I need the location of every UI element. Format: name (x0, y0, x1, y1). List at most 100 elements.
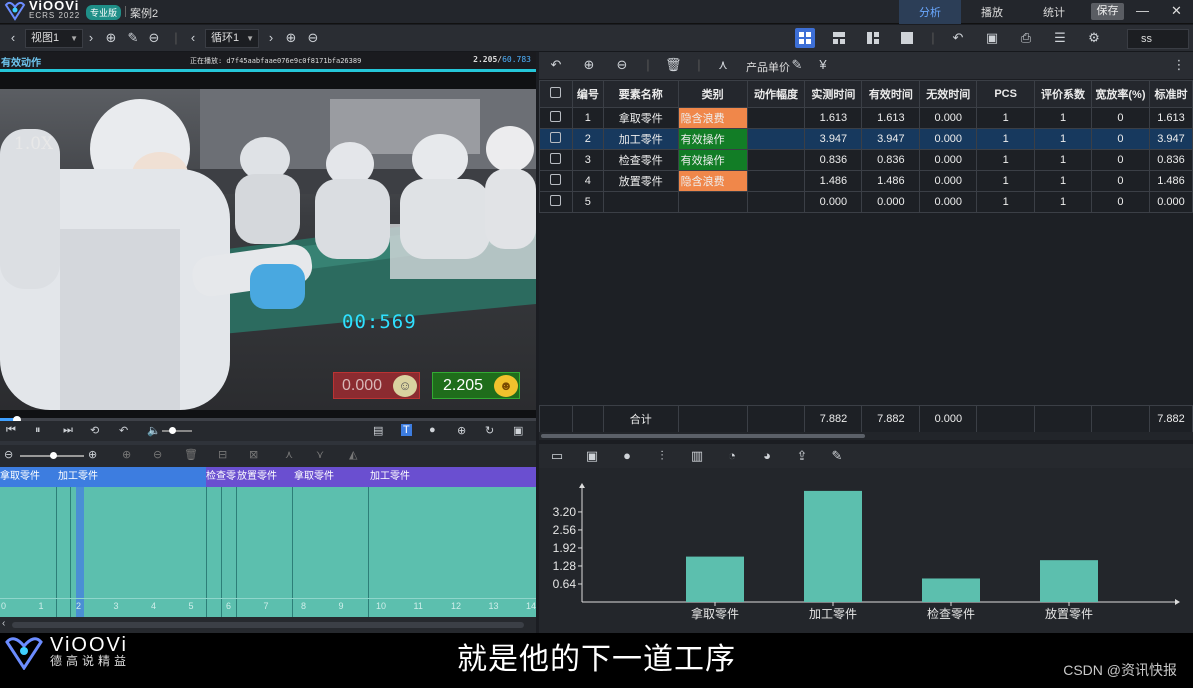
cell-cat[interactable]: 有效操作 (677, 128, 748, 150)
cell-allow[interactable]: 0 (1090, 128, 1150, 150)
volume-slider[interactable] (162, 427, 192, 434)
split-icon[interactable]: ⋏ (285, 448, 293, 461)
cell-no[interactable]: 2 (571, 128, 604, 150)
cell-std[interactable]: 1.486 (1148, 170, 1193, 192)
remove-cycle-icon[interactable]: ⊖ (305, 30, 321, 46)
cell-measured[interactable]: 3.947 (804, 128, 863, 150)
cell-valid[interactable]: 0.836 (861, 149, 921, 171)
zoom-in-icon[interactable]: ⊕ (457, 424, 466, 437)
pie-chart-icon[interactable]: ◔ (724, 448, 740, 464)
row-checkbox-cell[interactable] (539, 170, 573, 192)
trash-icon[interactable]: 🗑 (665, 57, 682, 73)
add-row-icon[interactable]: ⊕ (581, 57, 597, 73)
document-icon[interactable]: ▤ (373, 424, 383, 437)
close-icon[interactable]: ✕ (1171, 3, 1182, 19)
flag-icon[interactable]: ◭ (349, 448, 357, 461)
gear-icon[interactable]: ⚙ (1086, 30, 1102, 46)
cell-pcs[interactable]: 1 (976, 170, 1036, 192)
cell-allow[interactable]: 0 (1090, 191, 1150, 213)
row-checkbox-cell[interactable] (539, 149, 573, 171)
add-cycle-icon[interactable]: ⊕ (283, 30, 299, 46)
cell-allow[interactable]: 0 (1090, 107, 1150, 129)
timeline-scrollbar[interactable]: ‹ (0, 617, 536, 633)
cell-eval[interactable]: 1 (1034, 170, 1092, 192)
cell-std[interactable]: 0.000 (1148, 191, 1193, 213)
cell-invalid[interactable]: 0.000 (919, 191, 978, 213)
camera-icon[interactable]: ▣ (984, 30, 1000, 46)
text-icon[interactable]: T (401, 424, 412, 436)
nav-statistics[interactable]: 统计 (1023, 0, 1085, 24)
cell-valid[interactable]: 0.000 (861, 191, 921, 213)
scroll-thumb[interactable] (541, 434, 865, 438)
layout-single-button[interactable] (897, 28, 917, 48)
cell-amp[interactable] (746, 191, 806, 213)
column-header[interactable]: 宽放率(%) (1090, 80, 1150, 108)
menu-icon[interactable]: ☰ (1052, 30, 1068, 46)
cell-allow[interactable]: 0 (1090, 170, 1150, 192)
add-segment-icon[interactable]: ⊕ (122, 448, 131, 461)
column-header[interactable]: 有效时间 (861, 80, 921, 108)
remove-view-icon[interactable]: ⊖ (146, 30, 162, 46)
timeline[interactable]: 拿取零件 加工零件 检查零件 放置零件 拿取零件 加工零件 0123456789… (0, 467, 536, 617)
mic-icon[interactable]: ● (619, 448, 635, 464)
cell-no[interactable]: 5 (571, 191, 604, 213)
loop-icon[interactable]: ⟲ (90, 424, 99, 437)
donut-chart-icon[interactable]: ◕ (759, 448, 775, 464)
cell-name[interactable]: 放置零件 (602, 170, 679, 192)
column-header[interactable]: 评价系数 (1034, 80, 1092, 108)
zoom-out-icon[interactable]: ⊖ (4, 448, 13, 461)
cell-amp[interactable] (746, 128, 806, 150)
edit-icon[interactable]: ✎ (789, 57, 805, 73)
timeline-zoom-slider[interactable] (20, 452, 84, 459)
volume-knob[interactable] (169, 427, 176, 434)
timeline-segment[interactable]: 拿取零件 (292, 467, 368, 487)
print-icon[interactable]: ⎙ (1018, 30, 1034, 46)
cell-std[interactable]: 0.836 (1148, 149, 1193, 171)
save-button[interactable]: 保存 (1091, 3, 1124, 20)
zoom-knob[interactable] (50, 452, 57, 459)
cell-no[interactable]: 4 (571, 170, 604, 192)
cell-cat[interactable]: 有效操作 (677, 149, 748, 171)
column-header[interactable]: 标准时 (1148, 80, 1193, 108)
prev-cycle-icon[interactable]: ‹ (185, 30, 201, 46)
cell-valid[interactable]: 1.613 (861, 107, 921, 129)
cell-pcs[interactable]: 1 (976, 107, 1036, 129)
bar[interactable] (1040, 560, 1098, 602)
timeline-segment[interactable]: 加工零件 (56, 467, 206, 487)
sliders-icon[interactable]: ⫶ (654, 448, 670, 464)
step-forward-icon[interactable]: ⏭ (63, 424, 73, 437)
row-checkbox[interactable] (550, 195, 562, 206)
cell-cat[interactable]: 隐含浪费 (677, 170, 748, 192)
remove-segment-icon[interactable]: ⊖ (153, 448, 162, 461)
export-icon[interactable]: ⇪ (794, 448, 810, 464)
nav-playback[interactable]: 播放 (961, 0, 1023, 24)
timeline-segment[interactable]: 加工零件 (368, 467, 536, 487)
column-header[interactable]: 动作幅度 (746, 80, 806, 108)
column-header[interactable]: 编号 (571, 80, 604, 108)
more-icon[interactable]: ⋮ (1171, 57, 1187, 73)
bar-chart-icon[interactable]: ▥ (689, 448, 705, 464)
row-checkbox[interactable] (550, 111, 562, 122)
cell-allow[interactable]: 0 (1090, 149, 1150, 171)
cell-eval[interactable]: 1 (1034, 149, 1092, 171)
table-row[interactable]: 4 放置零件 隐含浪费 1.486 1.486 0.000 1 1 0 1.486 (539, 170, 1193, 192)
table-scrollbar[interactable] (539, 432, 1193, 440)
step-back-icon[interactable]: ⏮ (6, 424, 16, 437)
cell-valid[interactable]: 3.947 (861, 128, 921, 150)
column-header[interactable]: 要素名称 (602, 80, 679, 108)
row-checkbox-cell[interactable] (539, 107, 573, 129)
row-checkbox[interactable] (550, 132, 562, 143)
bar[interactable] (686, 556, 744, 602)
timeline-segment[interactable]: 拿取零件 (0, 467, 56, 487)
volume-icon[interactable]: 🔈 (147, 424, 161, 437)
undo-icon[interactable]: ↶ (950, 30, 966, 46)
scroll-thumb[interactable] (12, 622, 524, 628)
column-header[interactable]: PCS (976, 80, 1036, 108)
cell-name[interactable]: 拿取零件 (602, 107, 679, 129)
cell-measured[interactable]: 1.486 (804, 170, 863, 192)
camera-icon[interactable]: ▣ (584, 448, 600, 464)
cell-measured[interactable]: 0.000 (804, 191, 863, 213)
column-header[interactable]: 类别 (677, 80, 748, 108)
cell-pcs[interactable]: 1 (976, 149, 1036, 171)
cell-invalid[interactable]: 0.000 (919, 149, 978, 171)
